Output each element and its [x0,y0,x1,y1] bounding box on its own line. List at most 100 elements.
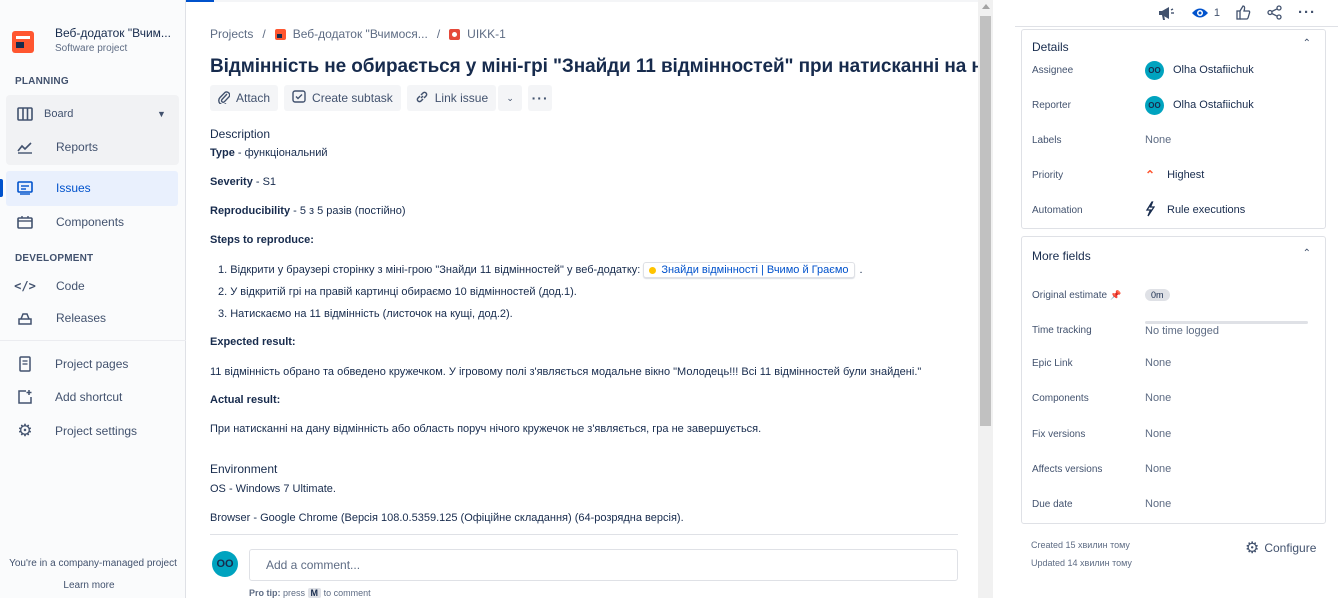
field-label: Assignee [1032,64,1074,76]
original-estimate-label: Original estimate [1032,289,1108,301]
field-time-tracking[interactable]: Time tracking No time logged [1032,320,1322,340]
field-label: Due date [1032,498,1073,510]
breadcrumb-issue-key[interactable]: UIKK-1 [467,27,506,41]
breadcrumb-projects[interactable]: Projects [210,27,253,41]
feedback-button[interactable] [1157,5,1175,21]
vote-button[interactable] [1236,5,1251,20]
breadcrumb-project[interactable]: Веб-додаток "Вчимося... [293,27,428,41]
field-labels[interactable]: Labels None [1032,130,1322,150]
field-reporter[interactable]: Reporter OO Olha Ostafiichuk [1032,95,1322,115]
reproducibility-label: Reproducibility [210,205,291,217]
smart-link-label: Знайди відмінності | Вчимо й Граємо [661,264,849,276]
sidebar-item-label: Issues [56,181,91,195]
add-shortcut-icon [16,388,34,406]
priority-value: Highest [1167,169,1205,181]
field-automation[interactable]: Automation Rule executions [1032,200,1322,220]
field-due-date[interactable]: Due date None [1032,494,1322,514]
field-assignee[interactable]: Assignee OO Olha Ostafiichuk [1032,60,1322,80]
scroll-up-arrow-icon[interactable] [982,4,990,9]
sidebar-item-code[interactable]: </> Code [0,269,186,303]
protip-label: Pro tip: [249,588,281,598]
avatar: OO [212,551,238,577]
details-title[interactable]: Details [1032,40,1069,54]
releases-icon [16,309,34,327]
automation-value: Rule executions [1167,204,1246,216]
created-timestamp: Created 15 хвилин тому [1031,540,1130,550]
breadcrumb-separator: / [262,27,266,41]
sidebar-item-issues[interactable]: Issues [0,171,186,206]
create-subtask-button[interactable]: Create subtask [284,85,401,111]
chevron-down-icon[interactable]: ▼ [157,109,166,119]
field-original-estimate[interactable]: Original estimate 📌 0m [1032,285,1322,305]
field-affects-versions[interactable]: Affects versions None [1032,459,1322,479]
eye-icon [1191,8,1208,17]
field-label: Priority [1032,169,1064,181]
scrollbar-thumb[interactable] [980,16,991,426]
chevron-up-icon[interactable]: ⌃ [1303,248,1311,259]
field-epic-link[interactable]: Epic Link None [1032,353,1322,373]
smart-link[interactable]: Знайди відмінності | Вчимо й Граємо [643,262,855,278]
expected-text: 11 відмінність обрано та обведено кружеч… [210,366,922,378]
pro-tip: Pro tip: press M to comment [249,588,371,598]
link-issue-button[interactable]: Link issue [406,85,497,111]
description-heading: Description [210,127,271,141]
field-priority[interactable]: Priority ⌃ Highest [1032,165,1322,185]
attach-button[interactable]: Attach [210,85,279,111]
details-panel: Details ⌃ Assignee OO Olha Ostafiichuk Re… [1021,29,1326,229]
sidebar-item-components[interactable]: Components [0,205,186,239]
environment-heading: Environment [210,462,278,476]
time-tracking-track [1145,321,1308,324]
pin-icon[interactable]: 📌 [1110,290,1121,300]
sidebar-item-label: Code [56,279,85,293]
paperclip-icon [218,90,231,107]
reproducibility-line: Reproducibility - 5 з 5 разів (постійно) [210,205,406,217]
assignee-value: Olha Ostafiichuk [1173,64,1254,76]
field-label: Original estimate 📌 [1032,290,1145,301]
components-value: None [1145,392,1172,404]
sidebar-item-releases[interactable]: Releases [0,301,186,335]
sidebar-item-add-shortcut[interactable]: Add shortcut [0,380,186,414]
environment-os: OS - Windows 7 Ultimate. [210,483,336,495]
protip-end: to comment [323,588,371,598]
step-text: 1. Відкрити у браузері сторінку з міні-г… [218,264,641,276]
reproducibility-value: - 5 з 5 разів (постійно) [290,205,406,217]
sidebar-item-board[interactable]: Board ▼ [0,97,186,131]
subtask-icon [292,90,306,106]
issue-top-actions: 1 ··· [1141,4,1316,21]
page-icon [16,355,34,373]
learn-more-link[interactable]: Learn more [0,580,178,591]
comment-input[interactable]: Add a comment... [249,549,958,581]
more-actions-button[interactable]: ··· [528,85,553,111]
sidebar-item-label: Releases [56,311,107,325]
more-actions-button[interactable]: ··· [1298,4,1316,21]
thumbs-up-icon [1236,5,1251,20]
epic-link-value: None [1145,357,1172,369]
field-fix-versions[interactable]: Fix versions None [1032,424,1322,444]
field-label: Components [1032,392,1089,404]
chevron-up-icon[interactable]: ⌃ [1303,38,1311,49]
sidebar-item-label: Components [56,215,125,229]
reporter-value: Olha Ostafiichuk [1173,99,1254,111]
watch-button[interactable]: 1 [1191,7,1220,19]
sidebar-item-project-settings[interactable]: ⚙ Project settings [0,414,186,448]
avatar: OO [1145,60,1164,80]
steps-heading: Steps to reproduce: [210,234,314,246]
sidebar-item-reports[interactable]: Reports [0,130,186,164]
field-components[interactable]: Components None [1032,388,1322,408]
watch-count: 1 [1213,6,1220,19]
link-dropdown-button[interactable]: ⌄ [498,85,523,111]
sidebar-item-project-pages[interactable]: Project pages [0,347,186,381]
more-fields-title[interactable]: More fields [1032,249,1091,263]
severity-line: Severity - S1 [210,176,276,188]
main-scrollbar[interactable] [978,0,993,598]
original-estimate-value: 0m [1145,289,1170,301]
development-section-label: DEVELOPMENT [15,253,94,264]
issue-title[interactable]: Відмінність не обирається у міні-грі "Зн… [210,56,999,78]
share-button[interactable] [1267,5,1282,20]
reports-icon [16,138,34,156]
field-label: Epic Link [1032,357,1073,369]
priority-highest-icon: ⌃ [1145,168,1156,182]
project-header[interactable]: Веб-додаток "Вчим... Software project [12,26,171,54]
configure-button[interactable]: ⚙ Configure [1245,538,1316,558]
type-label: Type [210,147,235,159]
